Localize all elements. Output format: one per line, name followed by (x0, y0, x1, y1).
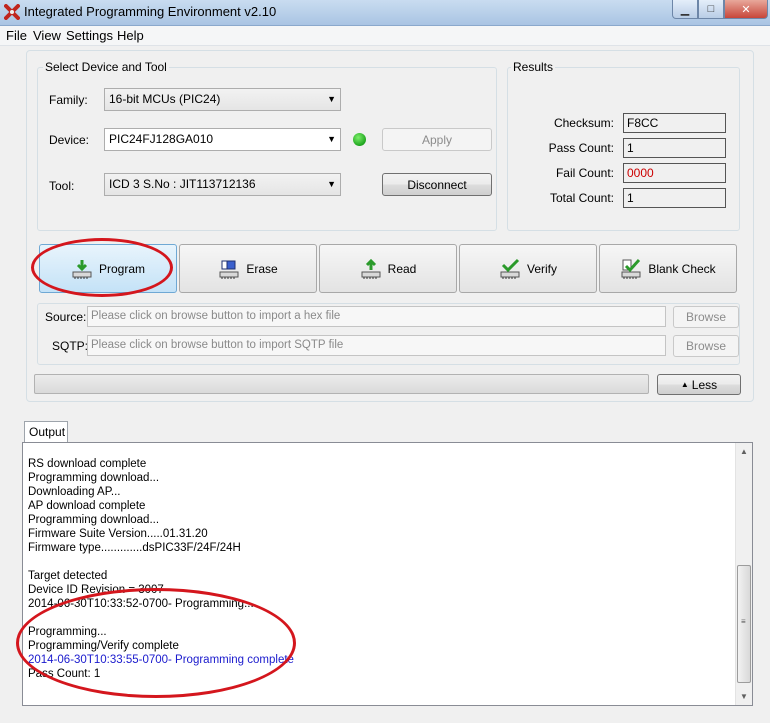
menu-bar: File View Settings Help (0, 26, 770, 46)
pass-count-value: 1 (623, 138, 726, 158)
menu-view[interactable]: View (33, 28, 61, 43)
checksum-value: F8CC (623, 113, 726, 133)
progress-bar (34, 374, 649, 394)
tool-label: Tool: (49, 179, 75, 193)
output-line: Programming download... (28, 514, 160, 526)
scrollbar-thumb[interactable]: ≡ (737, 565, 751, 683)
connection-status-led (353, 133, 366, 146)
blank-check-icon (621, 258, 641, 279)
blank-check-label: Blank Check (648, 261, 716, 276)
sqtp-browse-button[interactable]: Browse (673, 335, 739, 357)
disconnect-button[interactable]: Disconnect (382, 173, 492, 196)
source-input[interactable]: Please click on browse button to import … (87, 306, 666, 327)
tab-output[interactable]: Output (24, 421, 68, 443)
output-line: Firmware Suite Version.....01.31.20 (28, 528, 208, 540)
tool-value: ICD 3 S.No : JIT113712136 (109, 177, 256, 191)
sqtp-input[interactable]: Please click on browse button to import … (87, 335, 666, 356)
read-icon (361, 258, 381, 279)
erase-label: Erase (246, 261, 278, 276)
menu-settings[interactable]: Settings (66, 28, 113, 43)
app-logo-icon (4, 4, 20, 20)
device-value: PIC24FJ128GA010 (109, 132, 214, 146)
total-count-label: Total Count: (549, 191, 614, 205)
apply-button[interactable]: Apply (382, 128, 492, 151)
collapse-icon: ▲ (680, 380, 689, 389)
output-highlight-oval (16, 588, 296, 698)
verify-button[interactable]: Verify (459, 244, 597, 293)
read-button[interactable]: Read (319, 244, 457, 293)
menu-file[interactable]: File (6, 28, 27, 43)
tool-select[interactable]: ICD 3 S.No : JIT113712136 ▼ (104, 173, 341, 196)
total-count-value: 1 (623, 188, 726, 208)
output-scrollbar[interactable]: ▲ ≡ ▼ (735, 443, 752, 705)
family-value: 16-bit MCUs (PIC24) (109, 92, 221, 106)
fail-count-label: Fail Count: (555, 166, 614, 180)
verify-label: Verify (526, 261, 557, 276)
device-label: Device: (49, 133, 90, 147)
device-select[interactable]: PIC24FJ128GA010 ▼ (104, 128, 341, 151)
chevron-down-icon: ▼ (327, 179, 336, 189)
output-line: AP download complete (28, 500, 146, 512)
grip-icon: ≡ (741, 617, 746, 626)
chevron-down-icon: ▼ (327, 134, 336, 144)
device-group-title: Select Device and Tool (43, 60, 169, 74)
maximize-button[interactable]: □ (698, 0, 724, 19)
sqtp-label: SQTP: (52, 339, 89, 353)
output-line: Programming download... (28, 472, 160, 484)
verify-icon (500, 258, 520, 279)
output-line: Downloading AP... (28, 486, 121, 498)
minimize-button[interactable]: ▁ (672, 0, 698, 19)
less-label: Less (691, 377, 718, 392)
program-highlight-oval (31, 238, 173, 297)
app-window: Integrated Programming Environment v2.10… (0, 0, 770, 723)
output-line: Target detected (28, 570, 108, 582)
fail-count-value: 0000 (623, 163, 726, 183)
scroll-down-icon[interactable]: ▼ (736, 688, 752, 705)
title-bar[interactable]: Integrated Programming Environment v2.10… (0, 0, 770, 26)
source-label: Source: (45, 310, 87, 324)
less-button[interactable]: ▲ Less (657, 374, 741, 395)
chevron-down-icon: ▼ (327, 94, 336, 104)
results-title: Results (511, 60, 556, 74)
window-title: Integrated Programming Environment v2.10 (24, 4, 277, 19)
family-select[interactable]: 16-bit MCUs (PIC24) ▼ (104, 88, 341, 111)
checksum-label: Checksum: (553, 116, 614, 130)
output-line: RS download complete (28, 458, 147, 470)
output-line: Firmware type.............dsPIC33F/24F/2… (28, 542, 241, 554)
source-browse-button[interactable]: Browse (673, 306, 739, 328)
close-button[interactable]: ✕ (724, 0, 768, 19)
pass-count-label: Pass Count: (548, 141, 614, 155)
erase-icon (219, 260, 239, 279)
menu-help[interactable]: Help (117, 28, 144, 43)
erase-button[interactable]: Erase (179, 244, 317, 293)
blank-check-button[interactable]: Blank Check (599, 244, 737, 293)
read-label: Read (387, 261, 417, 276)
family-label: Family: (49, 93, 88, 107)
scroll-up-icon[interactable]: ▲ (736, 443, 752, 460)
